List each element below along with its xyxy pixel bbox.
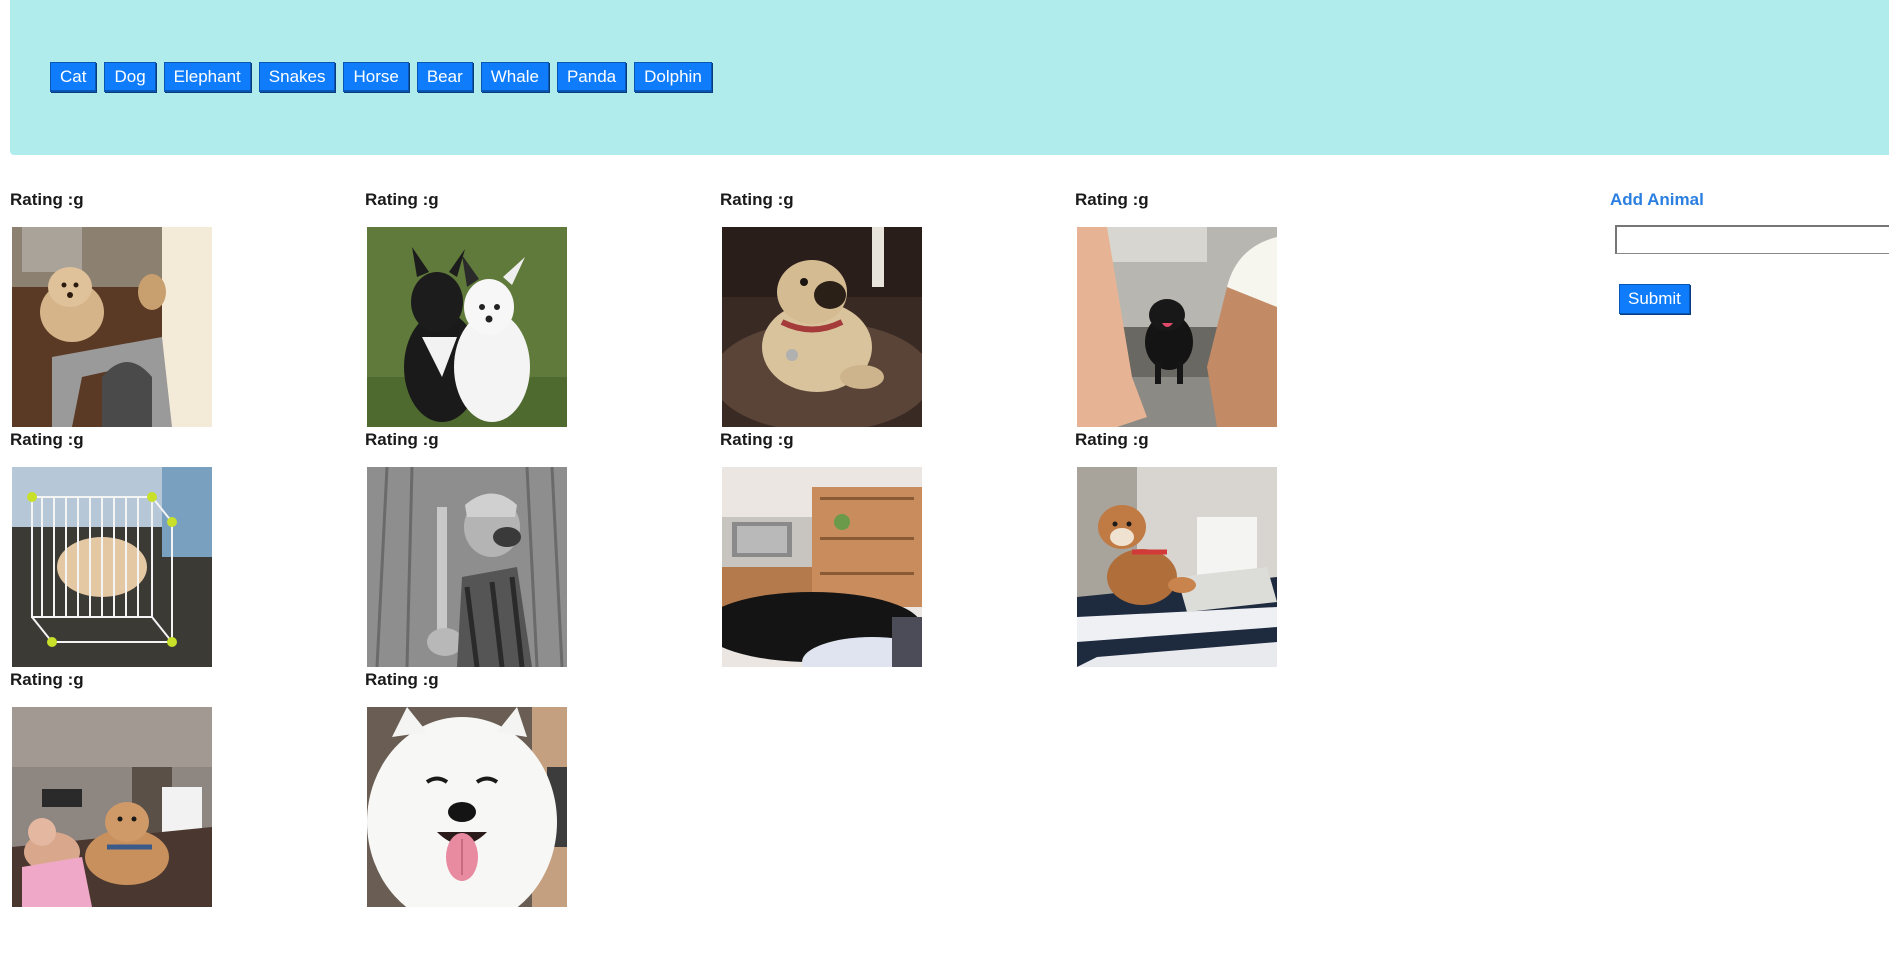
submit-button[interactable]: Submit — [1619, 284, 1690, 314]
gif-card: Rating :g — [10, 190, 365, 430]
gif-image[interactable] — [12, 467, 212, 667]
gif-card: Rating :g — [365, 670, 720, 910]
header-banner: Cat Dog Elephant Snakes Horse Bear Whale… — [10, 0, 1889, 155]
gif-image[interactable] — [367, 227, 567, 427]
rating-label: Rating :g — [1075, 190, 1149, 209]
animal-button-dog[interactable]: Dog — [104, 62, 156, 92]
animal-button-horse[interactable]: Horse — [343, 62, 409, 92]
gif-card: Rating :g — [365, 430, 720, 670]
gif-image[interactable] — [12, 707, 212, 907]
rating-label: Rating :g — [365, 430, 439, 449]
gif-grid: Rating :g Rating :g Rating:g Rating:g … — [10, 190, 1430, 910]
gif-card: Rating :g — [1075, 430, 1430, 670]
gif-image[interactable] — [367, 707, 567, 907]
animal-button-snakes[interactable]: Snakes — [258, 62, 336, 92]
animal-button-elephant[interactable]: Elephant — [163, 62, 251, 92]
rating-label: Rating :g — [10, 430, 84, 449]
gif-card: Rating :g — [720, 190, 1075, 430]
gif-card: Rating :g — [10, 670, 365, 910]
add-animal-title: Add Animal — [1610, 190, 1704, 209]
gif-card: Rating :g — [10, 430, 365, 670]
animal-button-row: Cat Dog Elephant Snakes Horse Bear Whale… — [50, 62, 712, 92]
rating-label: Rating :g — [1075, 430, 1149, 449]
rating-label: Rating :g — [10, 190, 84, 209]
rating-label: Rating :g — [720, 430, 794, 449]
gif-image[interactable] — [367, 467, 567, 667]
animal-button-bear[interactable]: Bear — [416, 62, 473, 92]
animal-button-whale[interactable]: Whale — [480, 62, 549, 92]
rating-label: Rating :g — [720, 190, 794, 209]
gif-card: Rating :g — [1075, 190, 1430, 430]
animal-button-panda[interactable]: Panda — [556, 62, 627, 92]
rating-label: Rating :g — [365, 670, 439, 689]
add-animal-input[interactable] — [1615, 225, 1889, 254]
animal-button-cat[interactable]: Cat — [50, 62, 97, 92]
rating-label: Rating :g — [10, 670, 84, 689]
gif-image[interactable] — [12, 227, 212, 427]
gif-image[interactable] — [1077, 467, 1277, 667]
animal-button-dolphin[interactable]: Dolphin — [634, 62, 712, 92]
gif-image[interactable] — [722, 227, 922, 427]
rating-label: Rating :g — [365, 190, 439, 209]
gif-card: Rating :g — [720, 430, 1075, 670]
gif-card: Rating :g — [365, 190, 720, 430]
add-animal-panel: Add Animal Submit — [1610, 190, 1889, 314]
gif-image[interactable] — [722, 467, 922, 667]
gif-image[interactable] — [1077, 227, 1277, 427]
